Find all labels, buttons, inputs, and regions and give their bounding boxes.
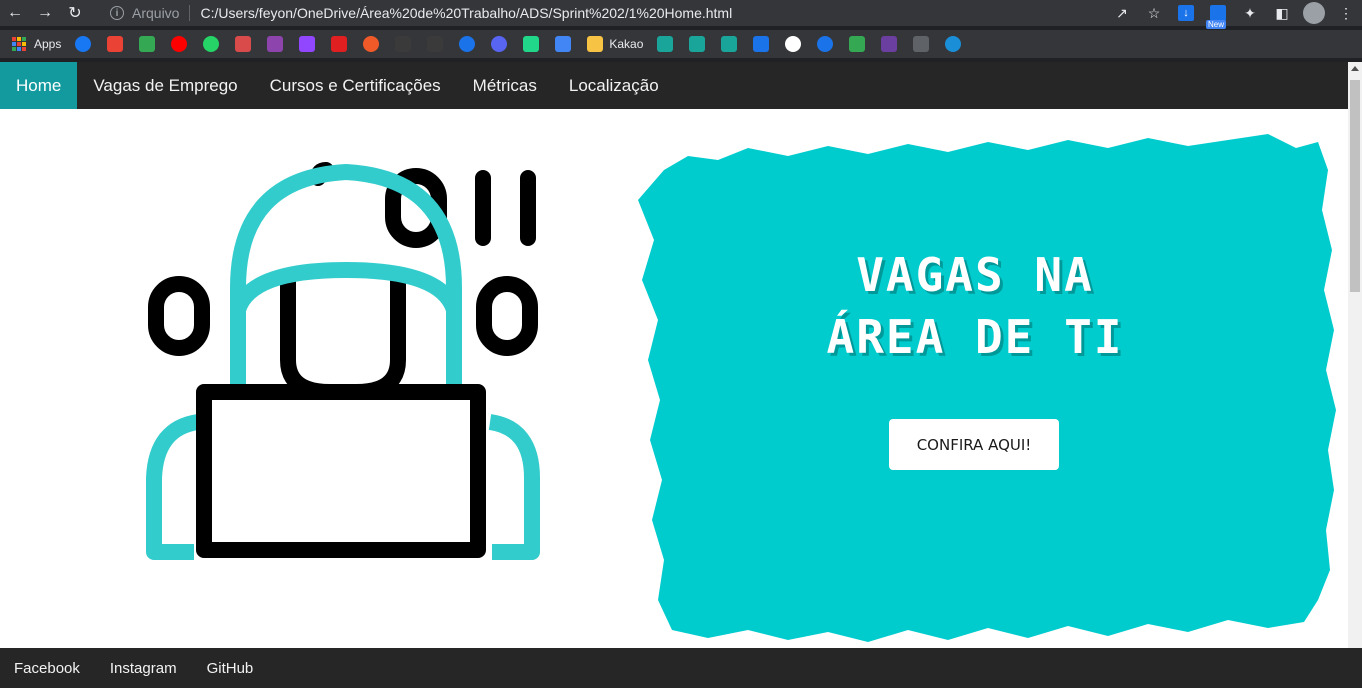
folder-bookmark-icon[interactable] — [587, 36, 604, 52]
menu-icon[interactable]: ⋮ — [1330, 0, 1362, 26]
divider — [189, 5, 191, 21]
avatar[interactable] — [1298, 0, 1330, 26]
footer-link-github[interactable]: GitHub — [191, 660, 270, 677]
app-bookmark-icon[interactable] — [459, 36, 476, 52]
nav-home[interactable]: Home — [0, 62, 78, 109]
info-icon[interactable]: i — [110, 6, 124, 20]
nav-metricas[interactable]: Métricas — [457, 62, 553, 109]
download-extension-icon[interactable]: ↓ — [1170, 0, 1202, 26]
nav-localizacao[interactable]: Localização — [553, 62, 675, 109]
app-bookmark-icon[interactable] — [331, 36, 348, 52]
star-icon[interactable]: ☆ — [1138, 0, 1170, 26]
app-bookmark-icon[interactable] — [363, 36, 380, 52]
app-bookmark-icon[interactable] — [817, 36, 834, 52]
discord-bookmark-icon[interactable] — [491, 36, 508, 52]
twitch-bookmark-icon[interactable] — [299, 36, 316, 52]
web-page: Home Vagas de Emprego Cursos e Certifica… — [0, 62, 1362, 688]
gmail-bookmark-icon[interactable] — [107, 36, 124, 52]
reload-icon[interactable]: ↻ — [60, 0, 90, 26]
new-extension-icon[interactable]: New — [1202, 0, 1234, 29]
share-icon[interactable]: ↗ — [1106, 0, 1138, 26]
new-badge: New — [1206, 20, 1227, 29]
top-navigation: Home Vagas de Emprego Cursos e Certifica… — [0, 62, 1348, 109]
footer-link-instagram[interactable]: Instagram — [94, 660, 193, 677]
apps-icon[interactable] — [12, 37, 26, 51]
app-bookmark-icon[interactable] — [913, 36, 930, 52]
app-bookmark-icon[interactable] — [235, 36, 252, 52]
scrollbar-thumb[interactable] — [1350, 80, 1360, 292]
youtube-music-bookmark-icon[interactable] — [171, 36, 188, 52]
sidepanel-icon[interactable]: ◧ — [1266, 0, 1298, 26]
drive-bookmark-icon[interactable] — [139, 36, 156, 52]
back-icon[interactable]: ← — [0, 0, 30, 26]
drive-bookmark-icon[interactable] — [849, 36, 866, 52]
hero-title-line2: ÁREA DE TI — [826, 310, 1124, 364]
toolbar-right: ↗ ☆ ↓ New ✦ ◧ ⋮ — [1106, 0, 1362, 29]
app-bookmark-icon[interactable] — [523, 36, 540, 52]
scheme-label: Arquivo — [132, 5, 180, 21]
bookmarks-bar: Apps Kakao — [0, 30, 1362, 58]
app-bookmark-icon[interactable] — [945, 36, 962, 52]
page-scrollbar[interactable] — [1348, 62, 1362, 648]
app-bookmark-icon[interactable] — [657, 36, 674, 52]
address-url[interactable]: C:/Users/feyon/OneDrive/Área%20de%20Trab… — [200, 5, 732, 21]
translate-bookmark-icon[interactable] — [555, 36, 572, 52]
scroll-up-icon[interactable] — [1351, 66, 1359, 71]
forward-icon[interactable]: → — [30, 0, 60, 26]
app-bookmark-icon[interactable] — [721, 36, 738, 52]
app-bookmark-icon[interactable] — [267, 36, 284, 52]
hacker-illustration — [146, 162, 540, 560]
whatsapp-bookmark-icon[interactable] — [203, 36, 220, 52]
footer-link-facebook[interactable]: Facebook — [0, 660, 96, 677]
nav-cursos-e-certificacoes[interactable]: Cursos e Certificações — [254, 62, 457, 109]
apps-bookmark[interactable]: Apps — [34, 37, 61, 51]
app-bookmark-icon[interactable] — [689, 36, 706, 52]
app-bookmark-icon[interactable] — [881, 36, 898, 52]
app-bookmark-icon[interactable] — [395, 36, 412, 52]
app-bookmark-icon[interactable] — [427, 36, 444, 52]
nav-vagas-de-emprego[interactable]: Vagas de Emprego — [77, 62, 253, 109]
kakao-bookmark[interactable]: Kakao — [609, 37, 643, 51]
footer: Facebook Instagram GitHub — [0, 648, 1362, 688]
browser-toolbar: ← → ↻ i Arquivo C:/Users/feyon/OneDrive/… — [0, 0, 1362, 29]
hero-title-line1: VAGAS NA — [856, 248, 1094, 302]
confira-aqui-button[interactable]: CONFIRA AQUI! — [889, 419, 1059, 470]
facebook-bookmark-icon[interactable] — [75, 36, 92, 52]
hero-title: VAGAS NA ÁREA DE TI — [640, 244, 1310, 368]
cyan-brush-splash — [638, 134, 1336, 642]
puzzle-icon[interactable]: ✦ — [1234, 0, 1266, 26]
app-bookmark-icon[interactable] — [753, 36, 770, 52]
google-bookmark-icon[interactable] — [785, 36, 802, 52]
